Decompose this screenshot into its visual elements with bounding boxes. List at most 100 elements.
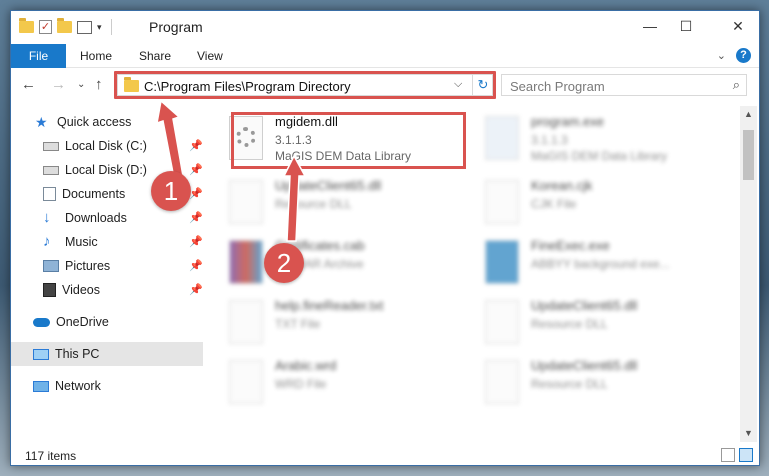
address-path[interactable]: C:\Program Files\Program Directory	[144, 79, 351, 94]
pin-icon[interactable]: 📌	[189, 139, 203, 152]
file-type: WRD File	[275, 377, 327, 391]
address-bar[interactable]: C:\Program Files\Program Directory ⌵ ↻	[117, 74, 493, 96]
window-title: Program	[149, 19, 203, 35]
scrollbar-thumb[interactable]	[743, 130, 754, 180]
search-input[interactable]: Search Program	[510, 79, 605, 94]
file-version: 3.1.1.3	[531, 133, 568, 147]
navigation-bar: ← → ⌄ ↑ C:\Program Files\Program Directo…	[11, 68, 759, 102]
customize-toolbar-icon[interactable]	[77, 20, 92, 34]
pin-icon[interactable]: 📌	[189, 259, 203, 272]
help-icon[interactable]: ?	[736, 48, 751, 63]
properties-check-icon[interactable]: ✓	[39, 20, 52, 34]
vertical-scrollbar[interactable]: ▲ ▼	[740, 106, 757, 442]
file-name: UpdateClient65.dll	[531, 358, 638, 373]
toolbar-divider	[110, 19, 112, 35]
sidebar-item-network[interactable]: Network	[11, 374, 203, 398]
address-folder-icon	[124, 77, 139, 92]
file-item[interactable]: help.fineReader.txt TXT File	[229, 298, 469, 354]
drive-icon	[43, 141, 59, 151]
sidebar-item-label: Videos	[62, 283, 100, 297]
pin-icon[interactable]: 📌	[189, 187, 203, 200]
title-bar: ✓ ▾ Program — ☐ ✕	[11, 11, 759, 43]
file-name: Korean.cjk	[531, 178, 593, 193]
file-highlight-box	[231, 112, 466, 169]
network-icon	[33, 380, 49, 392]
file-description: MaGIS DEM Data Library	[531, 149, 668, 163]
tab-home[interactable]: Home	[80, 44, 112, 68]
item-count: 117 items	[25, 449, 77, 463]
ribbon-tabs: File Home Share View ⌄ ?	[11, 44, 759, 68]
quick-access-toolbar: ✓ ▾	[19, 18, 116, 35]
new-folder-icon[interactable]	[57, 18, 72, 33]
file-type: Resource DLL	[531, 317, 608, 331]
forward-button[interactable]: →	[51, 76, 66, 93]
download-icon: ↓	[43, 209, 51, 226]
videos-icon	[43, 283, 56, 297]
sidebar-item-label: Documents	[62, 187, 126, 201]
sidebar-item-music[interactable]: ♪ Music 📌	[11, 230, 203, 254]
search-box[interactable]: Search Program ⌕	[501, 74, 747, 96]
sidebar-item-label: This PC	[55, 347, 100, 361]
file-icon	[485, 180, 519, 224]
tab-view[interactable]: View	[197, 44, 223, 68]
file-item[interactable]: program.exe 3.1.1.3 MaGIS DEM Data Libra…	[485, 114, 725, 170]
sidebar-item-local-disk-c[interactable]: Local Disk (C:) 📌	[11, 134, 203, 158]
tab-file[interactable]: File	[11, 44, 66, 68]
file-item[interactable]: UpdateClient65.dll Resource DLL	[485, 298, 725, 354]
close-button[interactable]: ✕	[715, 11, 759, 41]
computer-icon	[33, 348, 49, 360]
sidebar-item-label: Network	[55, 379, 101, 393]
sidebar-item-this-pc[interactable]: This PC	[11, 342, 203, 366]
file-item[interactable]: Korean.cjk CJK File	[485, 178, 725, 234]
file-name: FineExec.exe	[531, 238, 610, 253]
pin-icon[interactable]: 📌	[189, 283, 203, 296]
file-type: Resource DLL	[531, 377, 608, 391]
address-dropdown-icon[interactable]: ⌵	[454, 78, 462, 91]
exe-file-icon	[485, 116, 519, 160]
tiles-view-icon[interactable]	[739, 448, 753, 462]
sidebar-item-quick-access[interactable]: ★ Quick access	[11, 110, 203, 134]
refresh-button[interactable]: ↻	[472, 75, 493, 95]
file-name: UpdateClient65.dll	[275, 178, 382, 193]
step-one-callout: 1	[151, 171, 191, 211]
pin-icon[interactable]: 📌	[189, 235, 203, 248]
file-item[interactable]: UpdateClient65.dll Resource DLL	[485, 358, 725, 414]
file-item[interactable]: Arabic.wrd WRD File	[229, 358, 469, 414]
recent-locations-button[interactable]: ⌄	[77, 79, 85, 90]
file-item[interactable]: FineExec.exe ABBYY background exe...	[485, 238, 725, 294]
maximize-button[interactable]: ☐	[663, 11, 709, 41]
drive-icon	[43, 165, 59, 175]
expand-ribbon-icon[interactable]: ⌄	[717, 49, 726, 62]
file-type: TXT File	[275, 317, 321, 331]
file-type: Resource DLL	[275, 197, 352, 211]
search-icon[interactable]: ⌕	[733, 77, 740, 93]
pin-icon[interactable]: 📌	[189, 163, 203, 176]
details-view-icon[interactable]	[721, 448, 735, 462]
pictures-icon	[43, 260, 59, 272]
file-item[interactable]: UpdateClient65.dll Resource DLL	[229, 178, 469, 234]
tab-share[interactable]: Share	[139, 44, 171, 68]
back-button[interactable]: ←	[21, 76, 36, 93]
text-file-icon	[229, 300, 263, 344]
folder-icon[interactable]	[19, 18, 34, 33]
sidebar-item-label: Downloads	[65, 211, 127, 225]
file-icon	[229, 360, 263, 404]
file-type: CJK File	[531, 197, 577, 211]
music-icon: ♪	[43, 233, 51, 250]
sidebar-item-videos[interactable]: Videos 📌	[11, 278, 203, 302]
file-type: ABBYY background exe...	[531, 257, 670, 271]
scroll-up-icon[interactable]: ▲	[740, 106, 757, 123]
dll-file-icon	[485, 300, 519, 344]
toolbar-dropdown-icon[interactable]: ▾	[97, 22, 102, 33]
status-bar: 117 items	[11, 445, 759, 465]
sidebar-item-pictures[interactable]: Pictures 📌	[11, 254, 203, 278]
scroll-down-icon[interactable]: ▼	[740, 425, 757, 442]
file-name: help.fineReader.txt	[275, 298, 384, 313]
pin-icon[interactable]: 📌	[189, 211, 203, 224]
sidebar-item-label: Music	[65, 235, 98, 249]
file-name: UpdateClient65.dll	[531, 298, 638, 313]
sidebar-item-onedrive[interactable]: OneDrive	[11, 310, 203, 334]
up-button[interactable]: ↑	[95, 76, 103, 93]
archive-icon	[229, 240, 263, 284]
documents-icon	[43, 187, 56, 201]
